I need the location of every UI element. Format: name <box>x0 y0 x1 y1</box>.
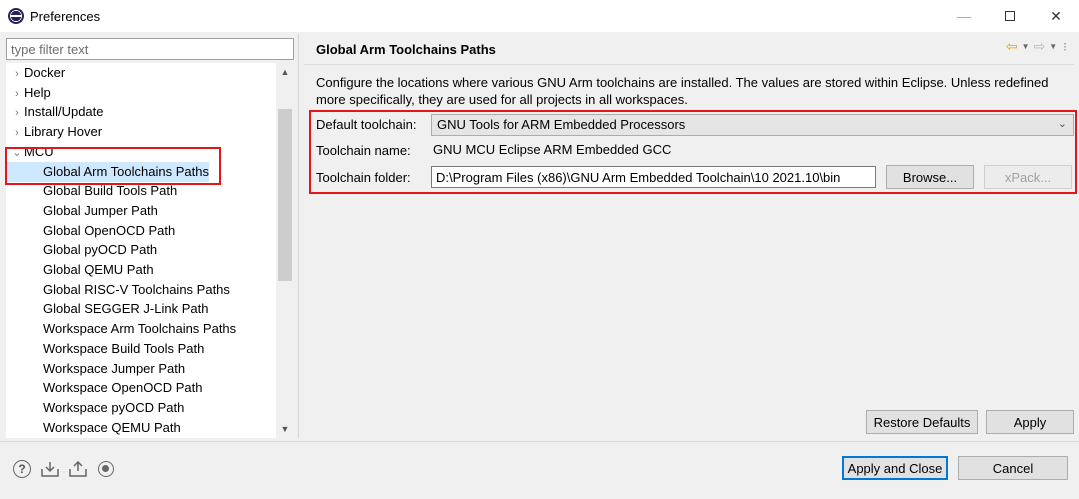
tree-node-workspace-qemu-path[interactable]: Workspace QEMU Path <box>6 418 181 438</box>
apply-and-close-button[interactable]: Apply and Close <box>842 456 948 480</box>
panel-splitter[interactable] <box>298 34 299 438</box>
help-glyph: ? <box>13 460 31 478</box>
tree-node-workspace-openocd-path[interactable]: Workspace OpenOCD Path <box>6 378 202 398</box>
page-title: Global Arm Toolchains Paths <box>316 42 496 57</box>
record-icon[interactable] <box>96 459 116 479</box>
browse-button[interactable]: Browse... <box>886 165 974 189</box>
tree-node-label: Install/Update <box>24 104 104 120</box>
default-toolchain-select[interactable]: GNU Tools for ARM Embedded Processors ⌄ <box>431 114 1074 136</box>
toolchain-folder-input[interactable] <box>431 166 876 188</box>
import-icon[interactable] <box>40 459 60 479</box>
scroll-down-icon[interactable]: ▼ <box>276 420 294 438</box>
scroll-up-icon[interactable]: ▲ <box>276 63 294 81</box>
tree-node-global-openocd-path[interactable]: Global OpenOCD Path <box>6 221 175 241</box>
default-toolchain-label: Default toolchain: <box>316 117 417 132</box>
tree-node-global-qemu-path[interactable]: Global QEMU Path <box>6 260 154 280</box>
tree-node-help[interactable]: › Help <box>6 83 51 103</box>
back-arrow-icon[interactable]: ⇦ <box>1006 38 1018 55</box>
tree-node-workspace-pyocd-path[interactable]: Workspace pyOCD Path <box>6 398 184 418</box>
cancel-button[interactable]: Cancel <box>958 456 1068 480</box>
tree-scrollbar[interactable]: ▲ ▼ <box>276 63 294 438</box>
forward-arrow-icon[interactable]: ⇨ <box>1034 38 1046 55</box>
tree-node-library-hover[interactable]: › Library Hover <box>6 122 102 142</box>
record-glyph <box>98 461 114 477</box>
toolchain-name-value: GNU MCU Eclipse ARM Embedded GCC <box>433 142 672 157</box>
chevron-down-icon[interactable]: ⌄ <box>10 143 24 163</box>
footer-icons: ? <box>12 459 116 479</box>
tree-node-workspace-build-tools-path[interactable]: Workspace Build Tools Path <box>6 339 204 359</box>
toolchain-name-label: Toolchain name: <box>316 143 411 158</box>
maximize-button[interactable] <box>987 0 1033 32</box>
page-description: Configure the locations where various GN… <box>316 75 1049 107</box>
header-divider <box>304 64 1074 65</box>
tree-node-global-arm-toolchains-paths[interactable]: Global Arm Toolchains Paths <box>6 161 209 182</box>
restore-defaults-button[interactable]: Restore Defaults <box>866 410 978 434</box>
back-dropdown-icon[interactable]: ▼ <box>1022 42 1030 51</box>
forward-dropdown-icon[interactable]: ▼ <box>1049 42 1057 51</box>
help-icon[interactable]: ? <box>12 459 32 479</box>
toolchain-folder-label: Toolchain folder: <box>316 170 411 185</box>
footer-divider <box>0 441 1079 442</box>
tree-node-global-jumper-path[interactable]: Global Jumper Path <box>6 201 158 221</box>
tree-node-install-update[interactable]: › Install/Update <box>6 102 104 123</box>
close-button[interactable]: ✕ <box>1033 0 1079 32</box>
tree-node-global-segger-j-link-path[interactable]: Global SEGGER J-Link Path <box>6 299 208 319</box>
chevron-right-icon[interactable]: › <box>10 103 24 123</box>
chevron-right-icon[interactable]: › <box>10 123 24 143</box>
title-bar: Preferences — ✕ <box>0 0 1079 32</box>
tree-node-global-build-tools-path[interactable]: Global Build Tools Path <box>6 181 177 201</box>
tree-node-docker[interactable]: › Docker <box>6 63 65 83</box>
tree-node-label: MCU <box>24 143 54 159</box>
export-icon[interactable] <box>68 459 88 479</box>
minimize-button[interactable]: — <box>941 0 987 32</box>
tree-node-workspace-jumper-path[interactable]: Workspace Jumper Path <box>6 359 185 379</box>
chevron-right-icon[interactable]: › <box>10 84 24 104</box>
preferences-tree: › Docker › Help › Install/Update › Library Hove… <box>6 63 294 438</box>
window-title: Preferences <box>30 8 101 24</box>
apply-button[interactable]: Apply <box>986 410 1074 434</box>
tree-node-label: Library Hover <box>24 124 103 140</box>
tree-node-global-risc-v-toolchains-paths[interactable]: Global RISC-V Toolchains Paths <box>6 280 230 300</box>
scroll-thumb[interactable] <box>278 109 292 281</box>
filter-input[interactable] <box>6 38 294 60</box>
page-nav: ⇦ ▼ ⇨ ▼ ⁝ <box>1006 38 1067 55</box>
xpack-button[interactable]: xPack... <box>984 165 1072 189</box>
tree-node-label: Help <box>24 84 51 100</box>
default-toolchain-value: GNU Tools for ARM Embedded Processors <box>437 117 686 132</box>
chevron-down-icon: ⌄ <box>1057 118 1067 130</box>
tree-node-mcu[interactable]: ⌄ MCU <box>6 142 54 163</box>
tree-node-global-pyocd-path[interactable]: Global pyOCD Path <box>6 240 157 260</box>
chevron-right-icon[interactable]: › <box>10 64 24 84</box>
maximize-icon <box>1005 11 1015 21</box>
view-menu-icon[interactable]: ⁝ <box>1063 40 1067 54</box>
eclipse-icon <box>8 8 24 24</box>
tree-node-label: Docker <box>24 65 66 80</box>
tree-node-workspace-arm-toolchains-paths[interactable]: Workspace Arm Toolchains Paths <box>6 319 236 339</box>
